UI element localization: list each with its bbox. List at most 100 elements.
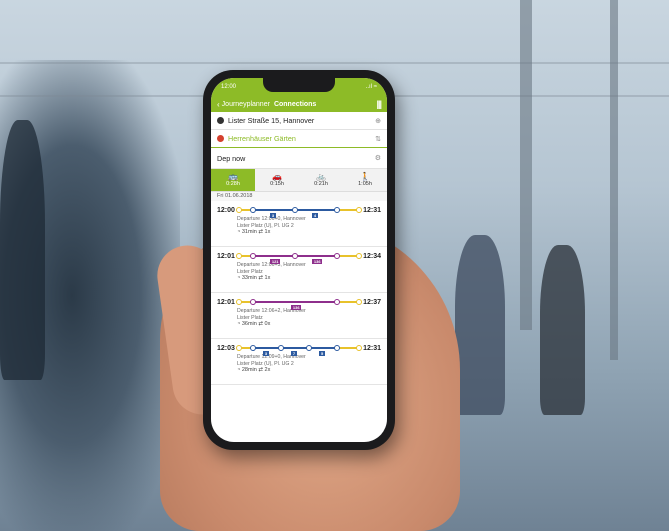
route-stop [250,345,257,351]
phone-notch [263,78,335,92]
line-badge: 7 [291,351,297,356]
tab-duration: 0:28h [226,181,240,187]
duration: 33min [241,275,257,281]
route-stop [356,207,363,213]
route-stop [334,299,341,305]
connection-meta: ◔ 33min ⇄ 1x [237,275,381,282]
line-badge: 3 [263,351,269,356]
route-segment [253,255,296,257]
departure-time: 12:01 [217,298,235,306]
arrival-time: 12:37 [363,298,381,306]
status-time: 12:00 [221,84,237,90]
route-segment [281,347,310,349]
connection-item[interactable]: 12:01 121 136 12:34 Departure 12:06+3, Hanno… [211,247,387,293]
route-segment [253,209,296,211]
line-badge: 121 [270,259,281,264]
walk-icon: 🚶 [360,172,370,181]
connection-list: 12:00 3 4 12:31 Departure 12:06+0, Hannover L… [211,201,387,385]
route-stop [235,207,242,213]
route-stop [250,299,257,305]
connection-meta: ◔ 31min ⇄ 1x [237,229,381,236]
changes-count: 2x [264,367,271,373]
settings-gear-icon[interactable]: ⚙ [375,154,381,162]
page-title: Connections [273,100,317,108]
changes-count: 1x [264,275,271,281]
connection-item[interactable]: 12:01 136 12:37 Departure 12:06+2, Hannover… [211,293,387,339]
route-stop [235,299,242,305]
route-stop [250,207,257,213]
origin-text: Lister Straße 15, Hannover [228,116,315,125]
tab-bike[interactable]: 🚲 0:21h [299,169,343,191]
back-chevron-icon[interactable]: ‹ [217,100,220,109]
connection-item[interactable]: 12:00 3 4 12:31 Departure 12:06+0, Hannover L… [211,201,387,247]
route-timeline: 121 136 [235,250,363,264]
duration: 31min [241,229,257,235]
line-badge: 5 [319,351,325,356]
route-stop [235,253,242,259]
route-stop [356,299,363,305]
line-badge: 3 [270,213,276,218]
bus-icon: 🚌 [228,172,238,181]
connection-item[interactable]: 12:03 3 7 5 12:31 Departure 12:09+0, Hannover… [211,339,387,385]
route-timeline: 136 [235,296,363,310]
tab-duration: 0:21h [314,181,328,187]
signal-icon: ..ıl ≈ [365,84,377,90]
origin-marker-icon [217,117,224,124]
tab-duration: 1:05h [358,181,372,187]
route-segment [309,347,338,349]
line-badge: 136 [312,259,323,264]
back-button[interactable]: Journeyplanner [222,101,270,108]
tab-public-transport[interactable]: 🚌 0:28h [211,169,255,191]
arrival-time: 12:31 [363,344,381,352]
bike-icon: 🚲 [316,172,326,181]
route-stop [356,345,363,351]
connection-meta: ◔ 28min ⇄ 2x [237,367,381,374]
destination-marker-icon [217,135,224,142]
destination-field[interactable]: Herrenhäuser Gärten ⇅ [211,130,387,148]
change-icon: ⇄ [256,321,265,327]
background-pole [520,0,532,330]
phone-screen: 12:00 ..ıl ≈ ‹ Journeyplanner Connection… [211,78,387,442]
duration: 36min [241,321,257,327]
change-icon: ⇄ [256,275,265,281]
route-stop [356,253,363,259]
change-icon: ⇄ [256,229,265,235]
route-stop [334,345,341,351]
departure-field[interactable]: Dep now ⚙ [211,148,387,169]
duration: 28min [241,367,257,373]
destination-text: Herrenhäuser Gärten [228,134,296,143]
connection-times: 12:00 3 4 12:31 [217,204,381,218]
connection-times: 12:01 121 136 12:34 [217,250,381,264]
route-stop [292,253,299,259]
tab-walk[interactable]: 🚶 1:05h [343,169,387,191]
tab-car[interactable]: 🚗 0:15h [255,169,299,191]
route-stop [334,253,341,259]
route-segment [295,255,338,257]
locate-icon[interactable]: ⊕ [375,117,381,125]
departure-time: 12:03 [217,344,235,352]
route-stop [292,207,299,213]
departure-time: 12:00 [217,206,235,214]
arrival-time: 12:34 [363,252,381,260]
swap-icon[interactable]: ⇅ [375,135,381,143]
route-segment [295,209,338,211]
mode-tabs: 🚌 0:28h 🚗 0:15h 🚲 0:21h 🚶 1:05h [211,169,387,192]
background-pole [610,0,618,360]
date-header: Fri 01.06.2018 [211,192,387,201]
background-wire [0,62,669,64]
background-person [455,235,505,415]
connection-times: 12:01 136 12:37 [217,296,381,310]
background-person [0,120,45,380]
tab-duration: 0:15h [270,181,284,187]
route-stop [334,207,341,213]
departure-time: 12:01 [217,252,235,260]
route-segment [253,301,338,303]
background-person [540,245,585,415]
change-icon: ⇄ [256,367,265,373]
route-timeline: 34 [235,204,363,218]
car-icon: 🚗 [272,172,282,181]
menu-icon[interactable]: ||| [376,99,381,109]
route-stop [306,345,313,351]
changes-count: 0x [264,321,271,327]
origin-field[interactable]: Lister Straße 15, Hannover ⊕ [211,112,387,130]
